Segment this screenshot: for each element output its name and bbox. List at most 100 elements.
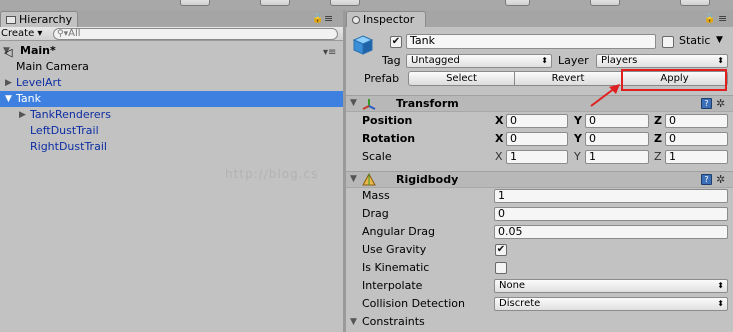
help-icon[interactable]: ? [701,174,712,185]
drag-field[interactable]: 0 [494,207,728,221]
toolbar-button[interactable] [180,0,210,6]
y-axis-label[interactable]: Y [574,150,581,164]
prefab-label: Prefab [364,72,400,85]
layer-dropdown[interactable]: Players ⬍ [596,54,728,68]
expand-arrow-icon[interactable]: ▼ [5,91,12,107]
active-checkbox[interactable]: ✔ [390,36,402,48]
angular-drag-field[interactable]: 0.05 [494,225,728,239]
hierarchy-item[interactable]: LeftDustTrail [0,123,343,139]
transform-header[interactable]: ▼ Transform ? ✲ [346,95,733,112]
watermark-text: http://blog.cs [225,167,319,181]
expand-arrow-icon[interactable]: ▶ [19,107,26,123]
use-gravity-checkbox[interactable]: ✔ [495,244,507,256]
toolbar-button[interactable] [590,0,620,6]
panel-menu-icon[interactable]: ≡ [718,12,727,25]
scale-x-field[interactable]: 1 [506,150,568,164]
collision-detection-label: Collision Detection [362,297,466,310]
dropdown-arrow-icon: ⬍ [717,299,724,308]
hierarchy-item-label: LeftDustTrail [30,124,99,137]
angular-drag-label: Angular Drag [362,225,435,238]
collapse-arrow-icon[interactable]: ▼ [350,98,357,108]
rotation-z-field[interactable]: 0 [665,132,728,146]
search-placeholder: All [68,28,81,39]
object-name-field[interactable]: Tank [406,34,656,49]
scale-label: Scale [362,150,392,163]
scale-y-field[interactable]: 1 [585,150,649,164]
hierarchy-item-selected[interactable]: ▼ Tank [0,91,343,107]
scene-row[interactable]: ▼ Main* ▾≡ [0,43,343,59]
prefab-select-button[interactable]: Select [408,71,515,86]
z-axis-label[interactable]: Z [654,114,662,128]
lock-icon[interactable]: 🔒 [704,14,715,24]
hierarchy-icon [6,16,16,24]
position-z-field[interactable]: 0 [665,114,728,128]
hierarchy-tab-label: Hierarchy [19,13,73,26]
x-axis-label[interactable]: X [495,114,503,128]
toolbar-button[interactable] [330,0,360,6]
panel-menu-icon[interactable]: ≡ [324,12,333,25]
gear-icon[interactable]: ✲ [716,173,725,186]
is-kinematic-checkbox[interactable] [495,262,507,274]
collapse-arrow-icon[interactable]: ▼ [350,174,357,184]
hierarchy-item[interactable]: ▶ LevelArt [0,75,343,91]
scale-z-field[interactable]: 1 [665,150,728,164]
constraints-label[interactable]: Constraints [362,315,425,329]
gear-icon[interactable]: ✲ [716,97,725,110]
toolbar-button[interactable] [260,0,290,6]
inspector-icon [352,16,360,24]
layer-value: Players [601,55,638,66]
create-dropdown[interactable]: Create ▾ [0,27,42,41]
toolbar-button[interactable] [680,0,710,6]
collision-detection-value: Discrete [499,298,541,309]
static-checkbox[interactable] [662,36,674,48]
mass-label: Mass [362,189,390,202]
dropdown-arrow-icon: ⬍ [541,56,548,65]
x-axis-label[interactable]: X [495,150,503,164]
hierarchy-item-label: LevelArt [16,76,62,89]
toolbar-button[interactable] [505,0,530,6]
transform-title: Transform [396,97,459,110]
lock-icon[interactable]: 🔒 [312,14,323,24]
is-kinematic-label: Is Kinematic [362,261,430,274]
mass-field[interactable]: 1 [494,189,728,203]
position-label: Position [362,114,413,127]
hierarchy-item[interactable]: Main Camera [0,59,343,75]
tab-hierarchy[interactable]: Hierarchy [0,11,78,27]
tab-inspector[interactable]: Inspector [346,11,426,27]
x-axis-label[interactable]: X [495,132,503,146]
search-icon: ⚲▾ [57,29,69,39]
rotation-x-field[interactable]: 0 [506,132,568,146]
hierarchy-item-label: TankRenderers [30,108,111,121]
drag-label: Drag [362,207,389,220]
position-y-field[interactable]: 0 [585,114,649,128]
rotation-y-field[interactable]: 0 [585,132,649,146]
hierarchy-item[interactable]: ▶ TankRenderers [0,107,343,123]
static-label: Static [679,34,711,47]
collision-detection-dropdown[interactable]: Discrete ⬍ [494,297,728,311]
y-axis-label[interactable]: Y [574,132,582,146]
transform-icon [362,99,376,110]
dropdown-arrow-icon: ⬍ [717,281,724,290]
hierarchy-item[interactable]: RightDustTrail [0,139,343,155]
inspector-panel: Inspector 🔒 ≡ ✔ Tank Static ▼ Tag Untagg… [346,10,733,332]
help-icon[interactable]: ? [701,98,712,109]
expand-arrow-icon[interactable]: ▶ [5,75,12,91]
annotation-highlight-box [621,69,727,91]
rigidbody-header[interactable]: ▼ Rigidbody ? ✲ [346,171,733,188]
layer-label: Layer [558,54,589,67]
position-x-field[interactable]: 0 [506,114,568,128]
rigidbody-title: Rigidbody [396,173,459,186]
rotation-label: Rotation [362,132,416,145]
interpolate-dropdown[interactable]: None ⬍ [494,279,728,293]
y-axis-label[interactable]: Y [574,114,582,128]
unity-scene-icon: ◁ [4,46,13,59]
interpolate-value: None [499,280,526,291]
search-input[interactable]: ⚲▾All [53,28,338,40]
tag-dropdown[interactable]: Untagged ⬍ [406,54,552,68]
z-axis-label[interactable]: Z [654,132,662,146]
interpolate-label: Interpolate [362,279,423,292]
static-dropdown-icon[interactable]: ▼ [716,35,723,45]
hierarchy-item-label: RightDustTrail [30,140,107,153]
collapse-arrow-icon[interactable]: ▼ [350,317,357,327]
z-axis-label[interactable]: Z [654,150,662,164]
